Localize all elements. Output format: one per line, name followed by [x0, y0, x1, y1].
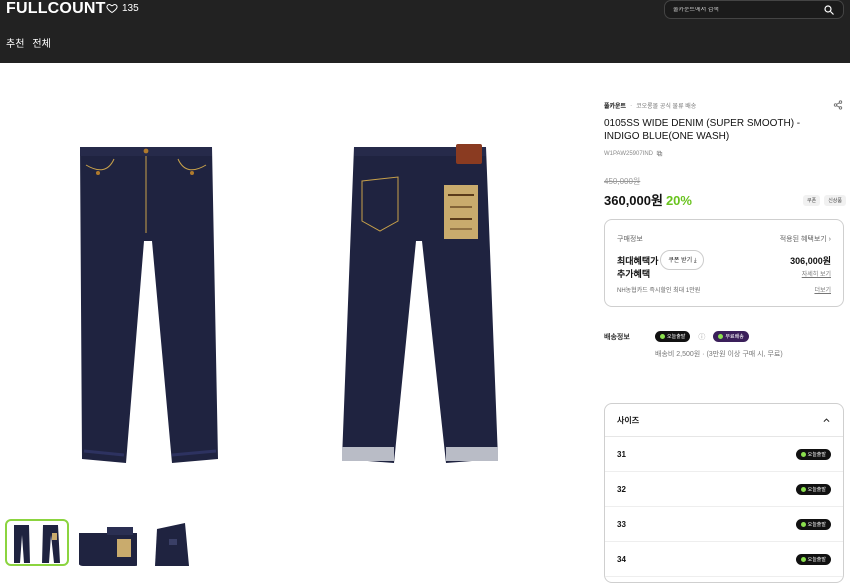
max-benefit-label: 최대혜택가	[617, 255, 659, 266]
size-value: 32	[617, 484, 626, 494]
shipping-fee: 배송비 2,500원 · (3만원 이상 구매 시, 무료)	[655, 351, 783, 358]
size-label: 사이즈	[617, 415, 640, 425]
today-ship-badge: 오늘출발	[795, 553, 831, 565]
card-benefit-note: NH농협카드 즉시할인 최대 1만원	[617, 288, 701, 294]
category-tabs: 추천 전체	[6, 35, 51, 50]
free-ship-badge: 무료배송	[713, 331, 749, 342]
lightning-icon	[800, 451, 806, 457]
today-ship-badge: 오늘출발	[795, 483, 831, 495]
thumbnail-3[interactable]	[149, 519, 213, 566]
lightning-icon	[660, 334, 665, 339]
sale-price: 360,000원 20%	[604, 190, 692, 209]
discount-rate: 20%	[665, 193, 692, 208]
today-ship-badge: 오늘출발	[795, 448, 831, 460]
lightning-icon	[800, 486, 806, 492]
shipping-info: 배송정보 오늘출발 ⓘ 무료배송	[604, 331, 749, 342]
extra-benefit-label: 추가혜택	[617, 269, 651, 279]
chevron-up-icon[interactable]	[822, 416, 831, 425]
detail-link[interactable]: 자세히 보기	[802, 269, 831, 278]
thumbnail-strip	[5, 519, 213, 566]
size-selector: 사이즈 31 오늘출발 32 오늘출발 33 오늘출발 34 오늘출발	[604, 403, 844, 583]
share-icon[interactable]	[833, 100, 843, 110]
heart-icon	[106, 3, 118, 14]
size-option[interactable]: 31 오늘출발	[605, 437, 843, 472]
max-benefit-price: 306,000원	[790, 255, 831, 266]
purchase-info-label: 구매정보	[617, 236, 643, 243]
tab-all[interactable]: 전체	[32, 35, 50, 50]
seller-line: 풀카운트 · 코오롱몰 공식 물류 배송	[604, 101, 697, 111]
thumbnail-2[interactable]	[77, 519, 141, 566]
seller-name[interactable]: 풀카운트	[604, 101, 626, 110]
purchase-info-box: 구매정보 적용된 혜택보기 › 최대혜택가 쿠폰 받기 ⤓ 306,000원 추…	[604, 219, 844, 307]
shipping-label: 배송정보	[604, 333, 630, 341]
today-ship-badge: 오늘출발	[655, 331, 691, 342]
size-option[interactable]: 34 오늘출발	[605, 542, 843, 577]
tab-recommend[interactable]: 추천	[6, 35, 24, 50]
more-link[interactable]: 더보기	[814, 285, 831, 294]
badge-coupon: 쿠폰	[802, 195, 821, 206]
size-value: 31	[617, 449, 626, 459]
product-badges: 쿠폰 신상품	[802, 195, 846, 206]
like-button[interactable]: 135	[106, 2, 139, 14]
applied-benefit-link[interactable]: 적용된 혜택보기 ›	[780, 234, 831, 244]
brand-logo[interactable]: FULLCOUNT	[6, 0, 106, 18]
badge-new: 신상품	[824, 195, 846, 206]
truck-icon	[718, 334, 724, 339]
size-option[interactable]: 33 오늘출발	[605, 507, 843, 542]
size-value: 34	[617, 554, 626, 564]
like-count: 135	[122, 2, 139, 14]
sale-price-value: 360,000원	[604, 193, 663, 208]
lightning-icon	[800, 556, 806, 562]
lightning-icon	[800, 521, 806, 527]
seller-dot: ·	[630, 102, 633, 109]
product-code: W1PAW25907IND	[604, 150, 663, 157]
size-value: 33	[617, 519, 626, 529]
original-price: 450,000원	[604, 177, 641, 186]
product-title: 0105SS WIDE DENIM (SUPER SMOOTH) - INDIG…	[604, 118, 801, 142]
product-code-text: W1PAW25907IND	[604, 150, 654, 157]
thumbnail-1[interactable]	[5, 519, 69, 566]
seller-note: 코오롱몰 공식 물류 배송	[636, 104, 697, 110]
size-option[interactable]: 32 오늘출발	[605, 472, 843, 507]
size-header[interactable]: 사이즈	[605, 404, 843, 437]
today-ship-badge: 오늘출발	[795, 518, 831, 530]
product-info-panel: 풀카운트 · 코오롱몰 공식 물류 배송 0105SS WIDE DENIM (…	[604, 0, 846, 583]
copy-icon[interactable]	[656, 150, 663, 157]
jeans-back-image[interactable]	[340, 141, 500, 466]
jeans-front-image[interactable]	[72, 141, 222, 466]
info-icon[interactable]: ⓘ	[698, 332, 705, 342]
